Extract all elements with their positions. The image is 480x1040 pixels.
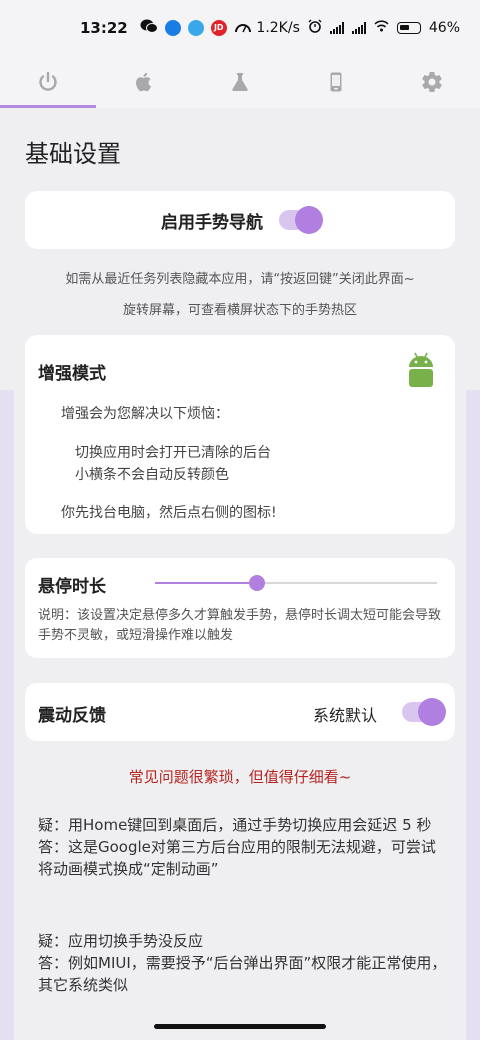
vibration-heading: 震动反馈 [38,706,106,726]
speed-gauge-icon [234,19,252,37]
alarm-icon [308,19,322,37]
enhanced-mode-card: 增强模式 增强会为您解决以下烦恼： 切换应用时会打开已清除的后台 小横条不会自动… [25,335,455,534]
enhanced-item-2: 小横条不会自动反转颜色 [75,467,229,483]
faq-item-1: 疑：用Home键回到桌面后，通过手势切换应用会延迟 5 秒 答：这是Google… [38,814,448,880]
vibration-toggle[interactable] [402,698,446,726]
gesture-nav-toggle[interactable] [279,206,323,234]
home-indicator[interactable] [154,1024,326,1029]
tab-apps[interactable] [96,56,192,108]
faq-question: 疑：用Home键回到桌面后，通过手势切换应用会延迟 5 秒 [38,816,432,834]
wifi-icon [374,20,389,36]
battery-icon [396,22,421,34]
gear-icon [422,72,442,93]
tab-device[interactable] [288,56,384,108]
vibration-value: 系统默认 [313,706,378,725]
tab-lab[interactable] [192,56,288,108]
enhanced-footer: 你先找台电脑，然后点右侧的图标! [61,505,277,521]
signal-2-icon [351,22,366,34]
slider-fill [155,582,257,584]
enhanced-intro: 增强会为您解决以下烦恼： [61,406,229,422]
notification-icons: JD [140,18,252,38]
gesture-nav-card: 启用手势导航 [25,191,455,249]
hover-duration-card: 悬停时长 说明：该设置决定悬停多久才算触发手势，悬停时长调太短可能会导致手势不灵… [25,558,455,658]
hover-duration-heading: 悬停时长 [38,577,106,597]
android-icon[interactable] [407,351,435,389]
tab-settings[interactable] [384,56,480,108]
signal-1-icon [329,22,344,34]
hint-rotate: 旋转屏幕，可查看横屏状态下的手势热区 [122,303,357,318]
flask-icon [232,73,248,91]
faq-answer: 答：这是Google对第三方后台应用的限制无法规避，可尝试将动画模式换成“定制动… [38,838,436,878]
browser-icon [187,20,204,36]
jd-icon: JD [210,20,227,36]
page-title: 基础设置 [25,140,121,168]
wechat-icon [140,18,158,38]
faq-question: 疑：应用切换手势没反应 [38,932,204,950]
side-accent-right [466,390,480,1040]
hover-duration-description: 说明：该设置决定悬停多久才算触发手势，悬停时长调太短可能会导致手势不灵敏，或短滑… [38,608,442,643]
gesture-nav-label: 启用手势导航 [161,212,263,233]
power-icon [39,71,57,91]
faq-warning: 常见问题很繁琐，但值得仔细看~ [128,768,352,786]
vibration-card: 震动反馈 系统默认 [25,683,455,741]
status-bar: 13:22 JD 1.2K/s 46% [0,0,480,56]
enhanced-item-1: 切换应用时会打开已清除的后台 [75,445,271,461]
enhanced-mode-heading: 增强模式 [38,364,106,384]
hover-duration-slider[interactable] [155,575,437,591]
apple-icon [136,72,151,92]
phone-icon [330,72,342,92]
battery-level: 46% [428,20,460,36]
network-speed: 1.2K/s [256,20,300,36]
faq-answer: 答：例如MIUI，需要授予“后台弹出界面”权限才能正常使用，其它系统类似 [38,954,447,994]
tab-basic[interactable] [0,56,96,108]
side-accent-left [0,390,14,1040]
faq-item-2: 疑：应用切换手势没反应 答：例如MIUI，需要授予“后台弹出界面”权限才能正常使… [38,930,448,996]
slider-thumb[interactable] [248,575,265,591]
app-blue-icon [164,20,181,36]
hint-hide-recents: 如需从最近任务列表隐藏本应用，请“按返回键”关闭此界面~ [65,272,415,287]
clock: 13:22 [80,19,128,37]
tab-bar [0,56,480,108]
